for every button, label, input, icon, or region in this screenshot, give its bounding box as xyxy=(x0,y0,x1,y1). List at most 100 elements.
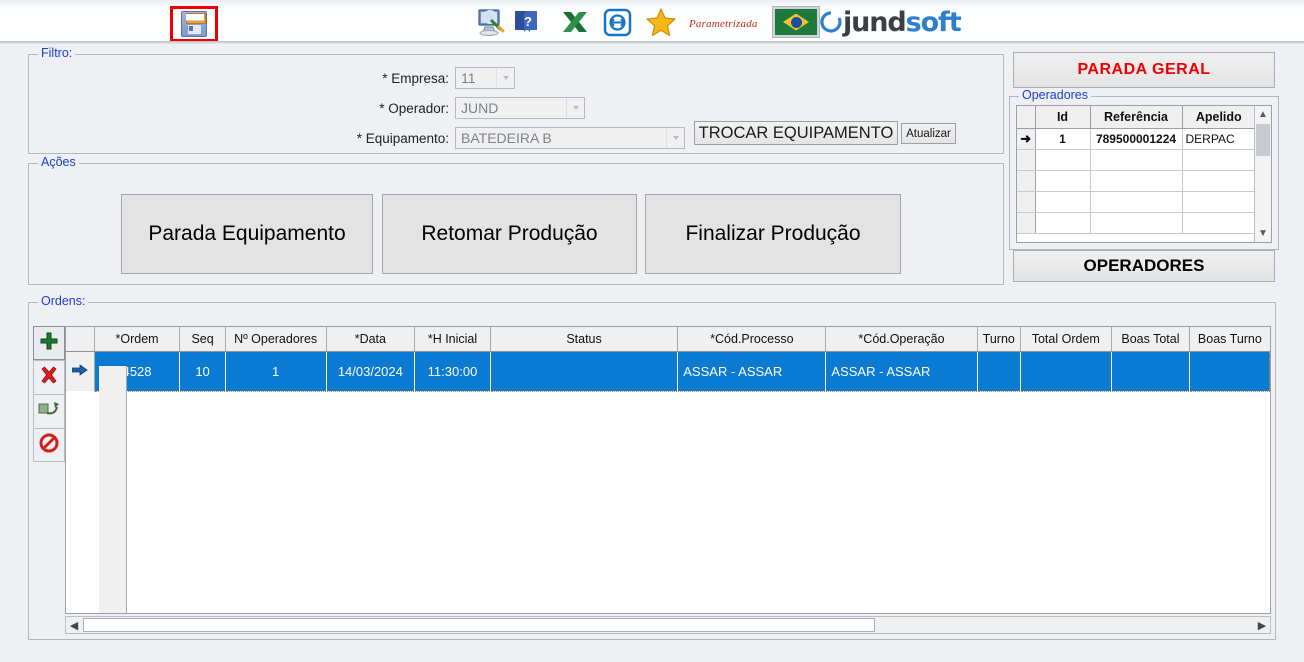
floppy-shutter xyxy=(187,24,202,35)
scroll-up-icon[interactable]: ▲ xyxy=(1255,106,1271,123)
table-row[interactable] xyxy=(1017,149,1255,171)
cancel-row-button[interactable] xyxy=(33,428,65,462)
empty-row-selector-column xyxy=(99,366,127,613)
operadores-legend: Operadores xyxy=(1019,88,1092,102)
ord-col-turno[interactable]: Turno xyxy=(977,327,1021,352)
ordens-grid: *Ordem Seq Nº Operadores *Data *H Inicia… xyxy=(66,327,1270,392)
ord-col-cod-operacao[interactable]: *Cód.Operação xyxy=(825,327,978,352)
delete-row-button[interactable] xyxy=(33,360,65,394)
scroll-left-icon[interactable]: ◀ xyxy=(66,617,82,633)
cell-total-ordem xyxy=(1020,350,1112,392)
scroll-down-icon[interactable]: ▼ xyxy=(1255,225,1271,242)
operador-field-row: * Operador: JUND xyxy=(329,97,585,119)
add-row-icon xyxy=(39,331,59,356)
operadores-group: Operadores Id Referência Apelido ➜ 1 789… xyxy=(1009,88,1279,250)
equipamento-select[interactable]: BATEDEIRA B xyxy=(455,127,685,149)
undo-row-icon xyxy=(38,399,60,424)
cell-h-inicial: 11:30:00 xyxy=(414,350,491,392)
cell-status xyxy=(490,350,679,392)
brazil-flag-icon xyxy=(772,6,820,38)
op-rowselector-header xyxy=(1017,106,1036,129)
row-selector-arrow: ➜ xyxy=(1017,128,1036,150)
ord-col-n-operadores[interactable]: Nº Operadores xyxy=(225,327,327,352)
ord-col-h-inicial[interactable]: *H Inicial xyxy=(414,327,491,352)
parada-equipamento-button[interactable]: Parada Equipamento xyxy=(121,194,373,274)
cell-turno xyxy=(977,350,1021,392)
parada-geral-button[interactable]: PARADA GERAL xyxy=(1013,52,1275,88)
acoes-legend: Ações xyxy=(38,155,79,169)
trocar-equipamento-button[interactable]: TROCAR EQUIPAMENTO xyxy=(694,121,898,145)
scrollbar-thumb[interactable] xyxy=(83,618,875,632)
undo-row-button[interactable] xyxy=(33,394,65,428)
ordens-toolbar xyxy=(33,326,65,462)
save-button[interactable] xyxy=(170,6,218,42)
parametrizada-label: Parametrizada xyxy=(689,18,758,30)
ord-col-status[interactable]: Status xyxy=(490,327,679,352)
table-row[interactable] xyxy=(1017,191,1255,213)
table-row[interactable]: ➜ 1 789500001224 DERPAC xyxy=(1017,128,1255,150)
ord-col-cod-processo[interactable]: *Cód.Processo xyxy=(677,327,827,352)
table-row[interactable] xyxy=(1017,212,1255,234)
search-monitor-icon[interactable] xyxy=(472,5,506,39)
filtro-group: Filtro: * Empresa: 11 * Operador: JUND *… xyxy=(28,46,1004,154)
brand-text-jund: jund xyxy=(843,6,907,38)
ordens-horizontal-scrollbar[interactable]: ◀ ▶ xyxy=(65,616,1271,634)
chevron-down-icon[interactable] xyxy=(666,128,684,148)
ordens-legend: Ordens: xyxy=(38,294,89,308)
equipamento-value: BATEDEIRA B xyxy=(461,130,552,146)
operadores-table[interactable]: Id Referência Apelido ➜ 1 789500001224 D… xyxy=(1016,105,1272,243)
finalizar-producao-button[interactable]: Finalizar Produção xyxy=(645,194,901,274)
operadores-vertical-scrollbar[interactable]: ▲ ▼ xyxy=(1254,106,1271,242)
ord-col-data[interactable]: *Data xyxy=(326,327,416,352)
cell-n-operadores: 1 xyxy=(225,350,327,392)
cell-boas-total xyxy=(1111,350,1191,392)
ord-col-total-ordem[interactable]: Total Ordem xyxy=(1020,327,1112,352)
arrow-right-icon xyxy=(71,363,88,376)
row-selector-arrow xyxy=(66,351,95,391)
ord-col-boas-total[interactable]: Boas Total xyxy=(1111,327,1191,352)
op-col-apelido[interactable]: Apelido xyxy=(1182,106,1255,129)
jundsoft-brand: jund soft xyxy=(820,4,962,40)
cell-cod-processo: ASSAR - ASSAR xyxy=(677,350,827,392)
retomar-producao-button[interactable]: Retomar Produção xyxy=(382,194,637,274)
table-row[interactable] xyxy=(1017,170,1255,192)
empresa-field-row: * Empresa: 11 xyxy=(329,67,515,89)
cell-cod-operacao: ASSAR - ASSAR xyxy=(825,350,978,392)
op-cell-apelido: DERPAC xyxy=(1182,128,1255,150)
op-col-id[interactable]: Id xyxy=(1035,106,1091,129)
ord-col-seq[interactable]: Seq xyxy=(179,327,226,352)
empresa-label: * Empresa: xyxy=(382,70,449,86)
brand-text-soft: soft xyxy=(905,6,962,38)
ordens-table[interactable]: *Ordem Seq Nº Operadores *Data *H Inicia… xyxy=(65,326,1271,614)
cell-boas-turno xyxy=(1189,350,1270,392)
operadores-header-row: Id Referência Apelido xyxy=(1017,106,1255,129)
teamviewer-icon[interactable] xyxy=(601,5,635,39)
svg-text:?: ? xyxy=(524,14,532,29)
operadores-button[interactable]: OPERADORES xyxy=(1013,250,1275,282)
ord-col-ordem[interactable]: *Ordem xyxy=(94,327,181,352)
excel-export-icon[interactable] xyxy=(558,5,592,39)
scroll-right-icon[interactable]: ▶ xyxy=(1254,617,1270,633)
help-book-icon[interactable]: ? xyxy=(509,5,543,39)
chevron-down-icon[interactable] xyxy=(566,98,584,118)
scrollbar-thumb[interactable] xyxy=(1256,124,1270,156)
ordens-header-row: *Ordem Seq Nº Operadores *Data *H Inicia… xyxy=(66,327,1270,352)
operador-select[interactable]: JUND xyxy=(455,97,585,119)
cell-data: 14/03/2024 xyxy=(326,350,416,392)
atualizar-button[interactable]: Atualizar xyxy=(901,123,956,144)
equipamento-field-row: * Equipamento: BATEDEIRA B xyxy=(329,127,685,149)
op-col-referencia[interactable]: Referência xyxy=(1090,106,1183,129)
op-cell-id: 1 xyxy=(1035,128,1091,150)
main-toolbar: ? Parametrizada jund soft xyxy=(0,0,1304,44)
application-window: ? Parametrizada jund soft Filtro: * Empr… xyxy=(0,0,1304,662)
ord-col-boas-turno[interactable]: Boas Turno xyxy=(1189,327,1270,352)
table-row[interactable]: 4528 10 1 14/03/2024 11:30:00 ASSAR - AS… xyxy=(66,350,1270,392)
chevron-down-icon[interactable] xyxy=(496,68,514,88)
add-row-button[interactable] xyxy=(33,326,65,360)
ordens-group: Ordens: *Ordem Seq Nº Operadores *Data *… xyxy=(28,294,1276,640)
empresa-select[interactable]: 11 xyxy=(455,67,515,89)
floppy-save-icon xyxy=(181,11,207,37)
delete-row-icon xyxy=(39,365,59,390)
favorite-star-icon[interactable] xyxy=(644,5,678,39)
ord-rowselector-header xyxy=(66,327,95,352)
